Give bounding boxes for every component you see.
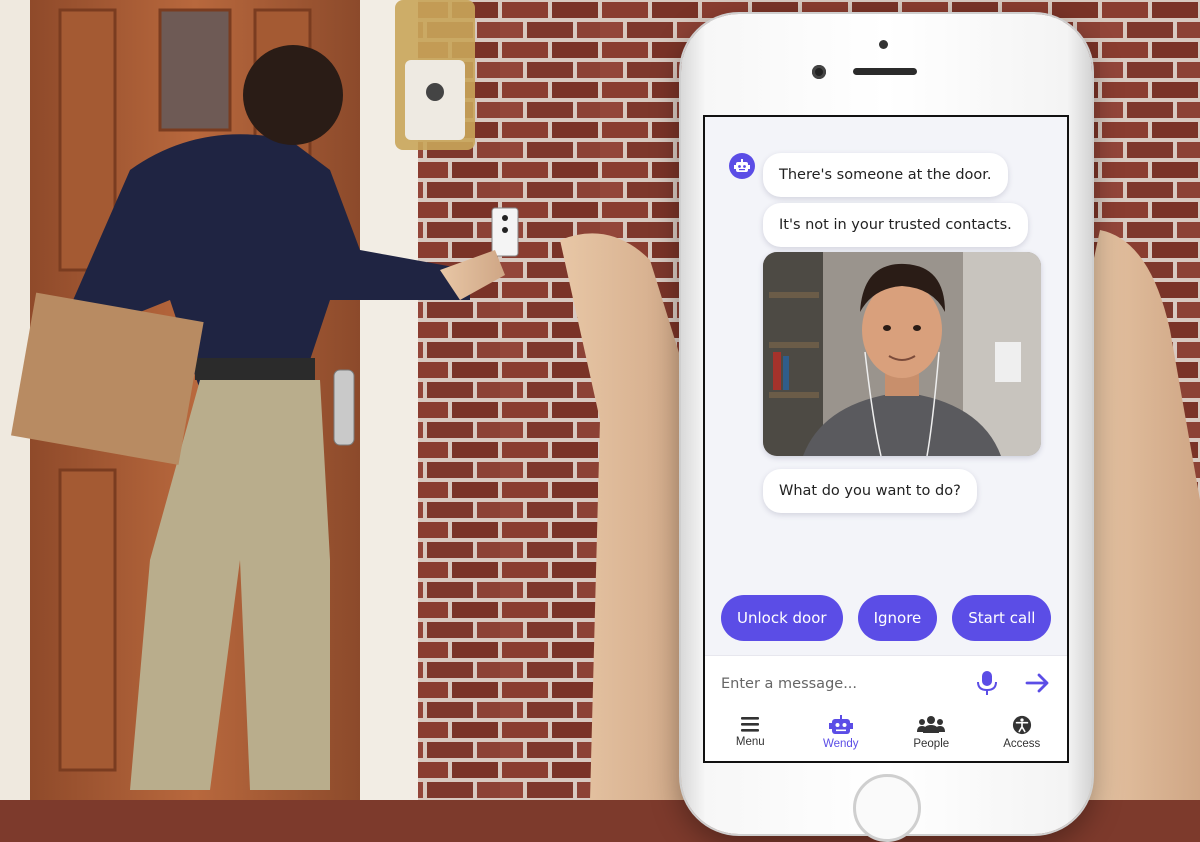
front-camera [812,65,826,79]
send-button[interactable] [1025,671,1051,695]
tab-label: People [913,738,950,750]
ignore-button[interactable]: Ignore [857,595,938,641]
message-composer [705,655,1067,710]
proximity-sensor [879,40,888,49]
unlock-door-button[interactable]: Unlock door [721,595,843,641]
bottom-tab-bar: Menu Wendy People Access [705,709,1067,761]
robot-icon [734,159,750,172]
accessibility-icon [1012,715,1031,735]
microphone-icon [977,671,997,695]
earpiece-speaker [853,68,917,75]
robot-icon [828,715,853,734]
visitor-snapshot [763,252,1041,456]
chat-message: What do you want to do? [763,469,977,513]
start-call-button[interactable]: Start call [952,595,1052,641]
tab-label: Wendy [822,738,859,750]
message-input[interactable] [719,670,963,698]
app-screen: There's someone at the door. It's not in… [703,115,1069,763]
tab-access[interactable]: Access [977,709,1068,761]
home-button[interactable] [853,774,921,842]
menu-icon [741,717,760,732]
tab-menu[interactable]: Menu [705,709,796,761]
assistant-avatar [729,153,755,179]
microphone-button[interactable] [975,670,999,696]
tab-wendy[interactable]: Wendy [796,709,887,761]
tab-label: Menu [735,736,765,748]
tab-label: Access [1003,738,1041,750]
tab-people[interactable]: People [886,709,977,761]
chat-message: There's someone at the door. [763,153,1008,197]
people-icon [917,716,946,733]
quick-actions: Unlock door Ignore Start call [721,595,1052,641]
visitor-camera-image[interactable] [763,252,1041,456]
chat-message: It's not in your trusted contacts. [763,203,1028,247]
arrow-right-icon [1025,673,1049,693]
